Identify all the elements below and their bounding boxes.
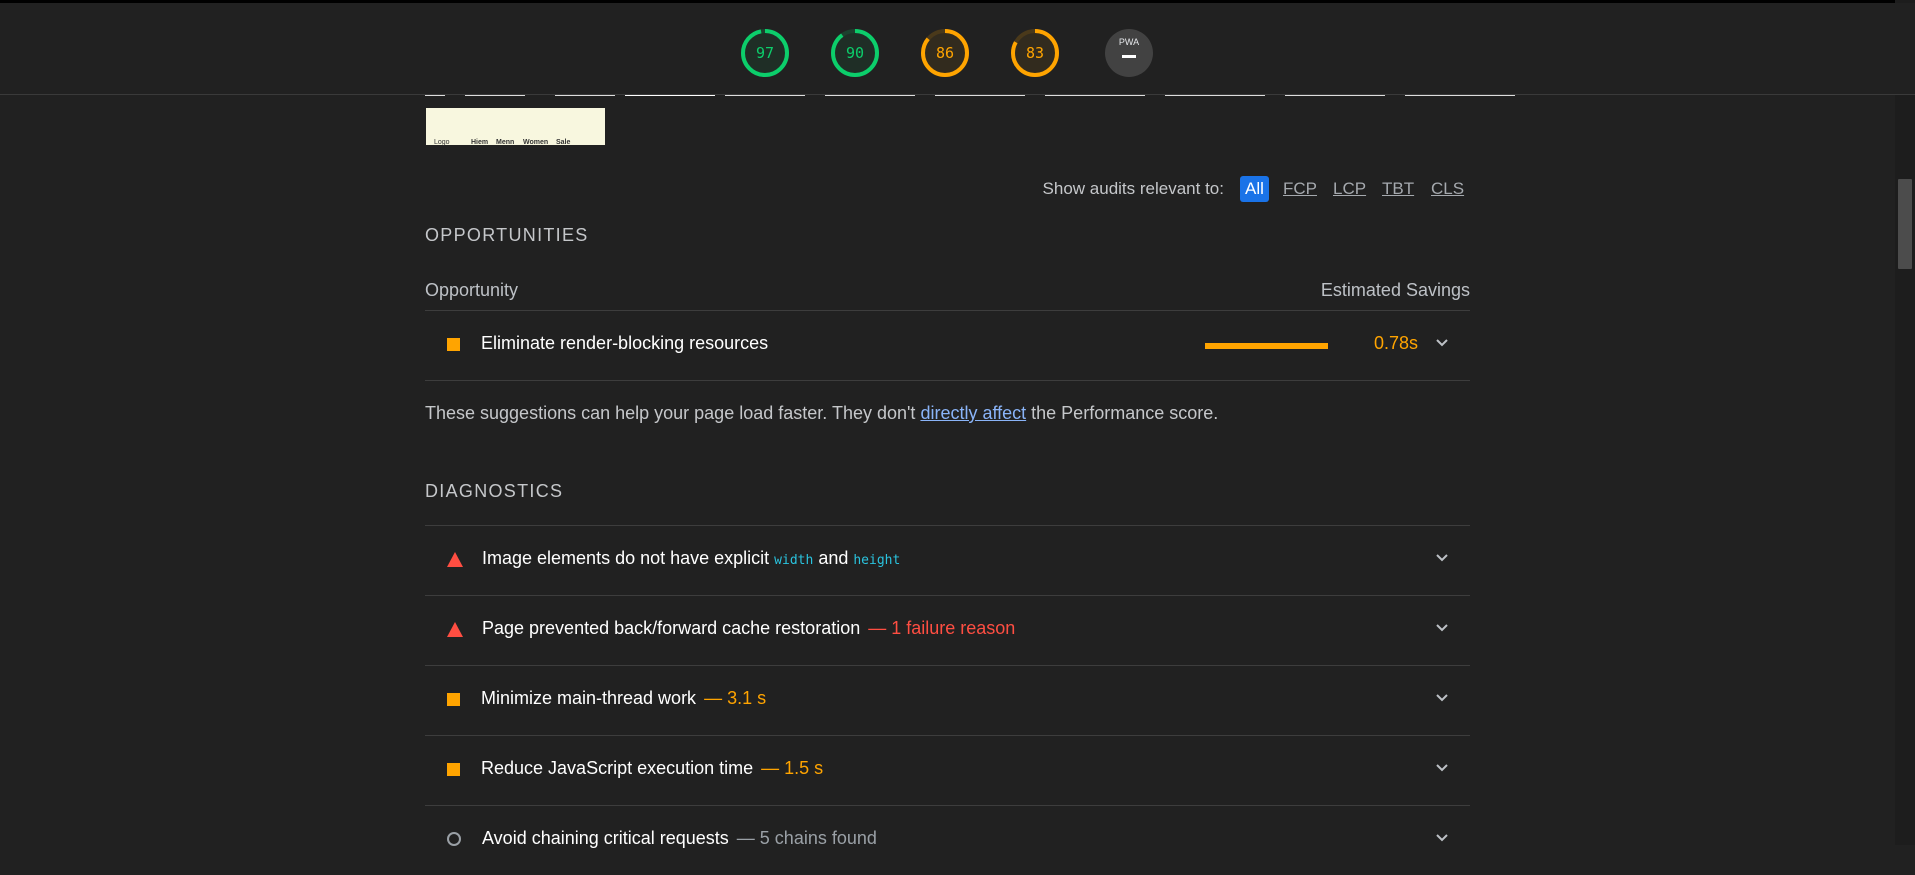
audit-filter-label: Show audits relevant to: [1042, 179, 1224, 198]
directly-affect-link[interactable]: directly affect [920, 403, 1026, 423]
chevron-down-icon[interactable] [1434, 335, 1450, 351]
fail-triangle-icon [447, 552, 463, 567]
opportunity-column-header: Opportunity [425, 280, 519, 300]
scores-header: 97 90 86 83 PWA [0, 3, 1915, 95]
informative-circle-icon [447, 832, 461, 846]
diagnostic-row-js-execution[interactable]: Reduce JavaScript execution time — 1.5 s [425, 735, 1470, 805]
diagnostic-display-value: — 3.1 s [704, 688, 767, 708]
code-height: height [853, 553, 901, 568]
diagnostic-title: Minimize main-thread work — 3.1 s [481, 688, 767, 708]
thumbnail-text: Sale [556, 139, 571, 146]
chevron-down-icon[interactable] [1434, 550, 1450, 566]
average-square-icon [447, 338, 460, 351]
score-gauge-accessibility[interactable]: 90 [830, 28, 880, 78]
diagnostics-section-title: DIAGNOSTICS [425, 481, 564, 501]
diagnostic-row-main-thread[interactable]: Minimize main-thread work — 3.1 s [425, 665, 1470, 735]
score-gauge-best-practices[interactable]: 86 [920, 28, 970, 78]
page-thumbnail: Logo Hiem Menn Women Sale [426, 108, 605, 146]
filter-lcp-button[interactable]: LCP [1330, 176, 1369, 202]
average-square-icon [447, 763, 460, 776]
opportunities-section-title: OPPORTUNITIES [425, 225, 589, 245]
fail-triangle-icon [447, 622, 463, 637]
diagnostic-title: Avoid chaining critical requests — 5 chai… [482, 828, 877, 848]
scrollbar-thumb[interactable] [1898, 179, 1912, 269]
average-square-icon [447, 693, 460, 706]
estimated-savings-column-header: Estimated Savings [1320, 280, 1470, 300]
pwa-badge-icon [1105, 29, 1153, 77]
gauge-score: 86 [935, 44, 955, 62]
thumbnail-text: Logo [434, 139, 450, 146]
filter-cls-button[interactable]: CLS [1428, 176, 1467, 202]
opportunities-table-header: Opportunity Estimated Savings [425, 277, 1470, 311]
pwa-badge[interactable]: PWA [1104, 28, 1154, 78]
thumbnail-text: Women [523, 139, 549, 146]
opportunity-title: Eliminate render-blocking resources [481, 333, 769, 353]
diagnostic-title: Image elements do not have explicit widt… [482, 548, 901, 568]
opportunity-savings: 0.78s [1373, 333, 1418, 353]
opportunities-note: These suggestions can help your page loa… [425, 403, 1218, 424]
chevron-down-icon[interactable] [1434, 760, 1450, 776]
score-gauge-seo[interactable]: 83 [1010, 28, 1060, 78]
opportunities-divider [425, 380, 1470, 381]
filter-tbt-button[interactable]: TBT [1379, 176, 1417, 202]
audit-filter: Show audits relevant to: All FCP LCP TBT… [425, 176, 1470, 202]
code-width: width [774, 553, 814, 568]
chevron-down-icon[interactable] [1434, 830, 1450, 846]
chevron-down-icon[interactable] [1434, 690, 1450, 706]
filter-all-button[interactable]: All [1240, 176, 1269, 202]
pwa-dash-icon [1122, 55, 1136, 58]
gauge-score: 90 [845, 44, 865, 62]
note-text: These suggestions can help your page loa… [425, 403, 921, 423]
diagnostic-display-value: — 1.5 s [761, 758, 824, 778]
diagnostic-display-value: — 5 chains found [736, 828, 877, 848]
diagnostic-row-bfcache[interactable]: Page prevented back/forward cache restor… [425, 595, 1470, 665]
thumbnail-text: Menn [496, 139, 515, 146]
thumbnail-text: Hiem [471, 139, 489, 146]
note-text: the Performance score. [1026, 403, 1219, 423]
diagnostic-title: Reduce JavaScript execution time — 1.5 s [481, 758, 824, 778]
vertical-scrollbar[interactable] [1895, 0, 1915, 845]
diagnostic-title: Page prevented back/forward cache restor… [482, 618, 1016, 638]
filter-fcp-button[interactable]: FCP [1280, 176, 1320, 202]
diagnostic-display-value: — 1 failure reason [868, 618, 1016, 638]
diagnostic-row-image-dimensions[interactable]: Image elements do not have explicit widt… [425, 525, 1470, 595]
diagnostic-row-critical-requests[interactable]: Avoid chaining critical requests — 5 chai… [425, 805, 1470, 875]
gauge-score: 97 [755, 44, 775, 62]
savings-bar [1205, 343, 1328, 349]
gauge-score: 83 [1025, 44, 1045, 62]
chevron-down-icon[interactable] [1434, 620, 1450, 636]
opportunity-row-render-blocking[interactable]: Eliminate render-blocking resources 0.78… [425, 310, 1470, 380]
pwa-badge-label: PWA [1118, 37, 1140, 47]
score-gauge-performance[interactable]: 97 [740, 28, 790, 78]
